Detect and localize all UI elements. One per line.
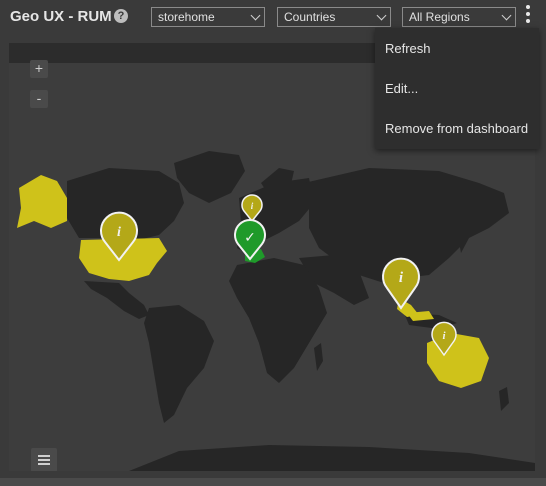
footer-bar: [0, 478, 546, 486]
marker-spain[interactable]: ✓: [234, 219, 266, 261]
dimension-select[interactable]: Countries: [277, 7, 391, 27]
context-menu: Refresh Edit... Remove from dashboard: [375, 28, 539, 149]
application-select[interactable]: storehome: [151, 7, 265, 27]
marker-southeast-asia[interactable]: i: [382, 257, 420, 310]
dimension-select-value: Countries: [284, 10, 336, 24]
menu-item-remove-from-dashboard[interactable]: Remove from dashboard: [385, 121, 528, 136]
chevron-down-icon: [501, 10, 512, 21]
widget-title: Geo UX - RUM: [10, 8, 112, 25]
chevron-down-icon: [376, 10, 387, 21]
region-select-value: All Regions: [409, 10, 470, 24]
menu-item-edit[interactable]: Edit...: [385, 81, 418, 96]
more-options-icon[interactable]: [521, 4, 535, 26]
region-select[interactable]: All Regions: [402, 7, 516, 27]
zoom-in-button[interactable]: +: [30, 60, 48, 78]
chevron-down-icon: [250, 10, 261, 21]
marker-australia[interactable]: i: [431, 321, 457, 357]
marker-western-europe[interactable]: i: [241, 194, 263, 223]
zoom-out-button[interactable]: -: [30, 90, 48, 108]
menu-item-refresh[interactable]: Refresh: [385, 41, 431, 56]
legend-toggle-button[interactable]: [31, 448, 57, 471]
help-icon[interactable]: ?: [114, 9, 128, 23]
info-icon: i: [117, 225, 121, 240]
marker-united-states[interactable]: i: [100, 211, 138, 262]
application-select-value: storehome: [158, 10, 215, 24]
check-icon: ✓: [244, 230, 256, 246]
